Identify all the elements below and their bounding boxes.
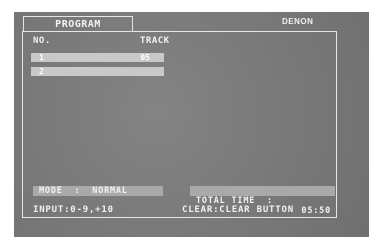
- row-number: 1: [39, 53, 44, 62]
- total-time-value: 05:50: [301, 206, 331, 216]
- input-hint: INPUT:0-9,+10: [33, 205, 114, 215]
- clear-hint: CLEAR:CLEAR BUTTON: [182, 205, 294, 215]
- total-time-status: TOTAL TIME : 05:50: [190, 186, 335, 216]
- row-track: 05: [140, 53, 150, 62]
- column-header-no: NO.: [33, 36, 51, 46]
- row-number: 2: [39, 67, 44, 76]
- brand-logo: DENON: [282, 17, 314, 26]
- mode-text: MODE : NORMAL: [39, 186, 128, 196]
- tab-program[interactable]: PROGRAM: [23, 16, 133, 31]
- column-header-track: TRACK: [140, 36, 170, 46]
- program-row-1[interactable]: 1 05: [31, 53, 164, 62]
- mode-status: MODE : NORMAL: [33, 186, 163, 196]
- program-row-2[interactable]: 2: [31, 67, 164, 76]
